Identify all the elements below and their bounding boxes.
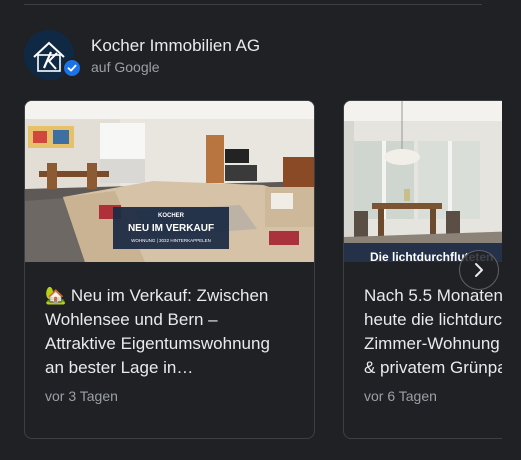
post-text[interactable]: 🏡 Neu im Verkauf: Zwischen Wohlensee und… bbox=[45, 284, 305, 380]
post-time: vor 3 Tagen bbox=[45, 388, 118, 404]
company-name[interactable]: Kocher Immobilien AG bbox=[91, 36, 260, 56]
post-text[interactable]: Nach 5.5 Monaten heute die lichtdurch Zi… bbox=[364, 284, 502, 380]
divider-line bbox=[24, 4, 482, 5]
source-platform: auf Google bbox=[91, 59, 160, 75]
post-image: KOCHER NEU IM VERKAUF WOHNUNG | 3032 HIN… bbox=[25, 101, 314, 262]
verified-check-icon bbox=[62, 58, 82, 78]
posts-carousel: KOCHER NEU IM VERKAUF WOHNUNG | 3032 HIN… bbox=[24, 100, 502, 440]
overlay-brand: KOCHER bbox=[158, 213, 185, 219]
post-image: Die lichtdurchfluteten bbox=[344, 101, 502, 262]
post-card[interactable]: KOCHER NEU IM VERKAUF WOHNUNG | 3032 HIN… bbox=[24, 100, 315, 439]
post-time: vor 6 Tagen bbox=[364, 388, 437, 404]
overlay-subline: WOHNUNG | 3032 HINTERKAPPELEN bbox=[131, 238, 211, 243]
chevron-right-icon bbox=[475, 263, 483, 277]
carousel-next-button[interactable] bbox=[459, 250, 499, 290]
source-header[interactable]: Kocher Immobilien AG auf Google bbox=[24, 30, 424, 82]
overlay-headline: NEU IM VERKAUF bbox=[128, 223, 214, 234]
